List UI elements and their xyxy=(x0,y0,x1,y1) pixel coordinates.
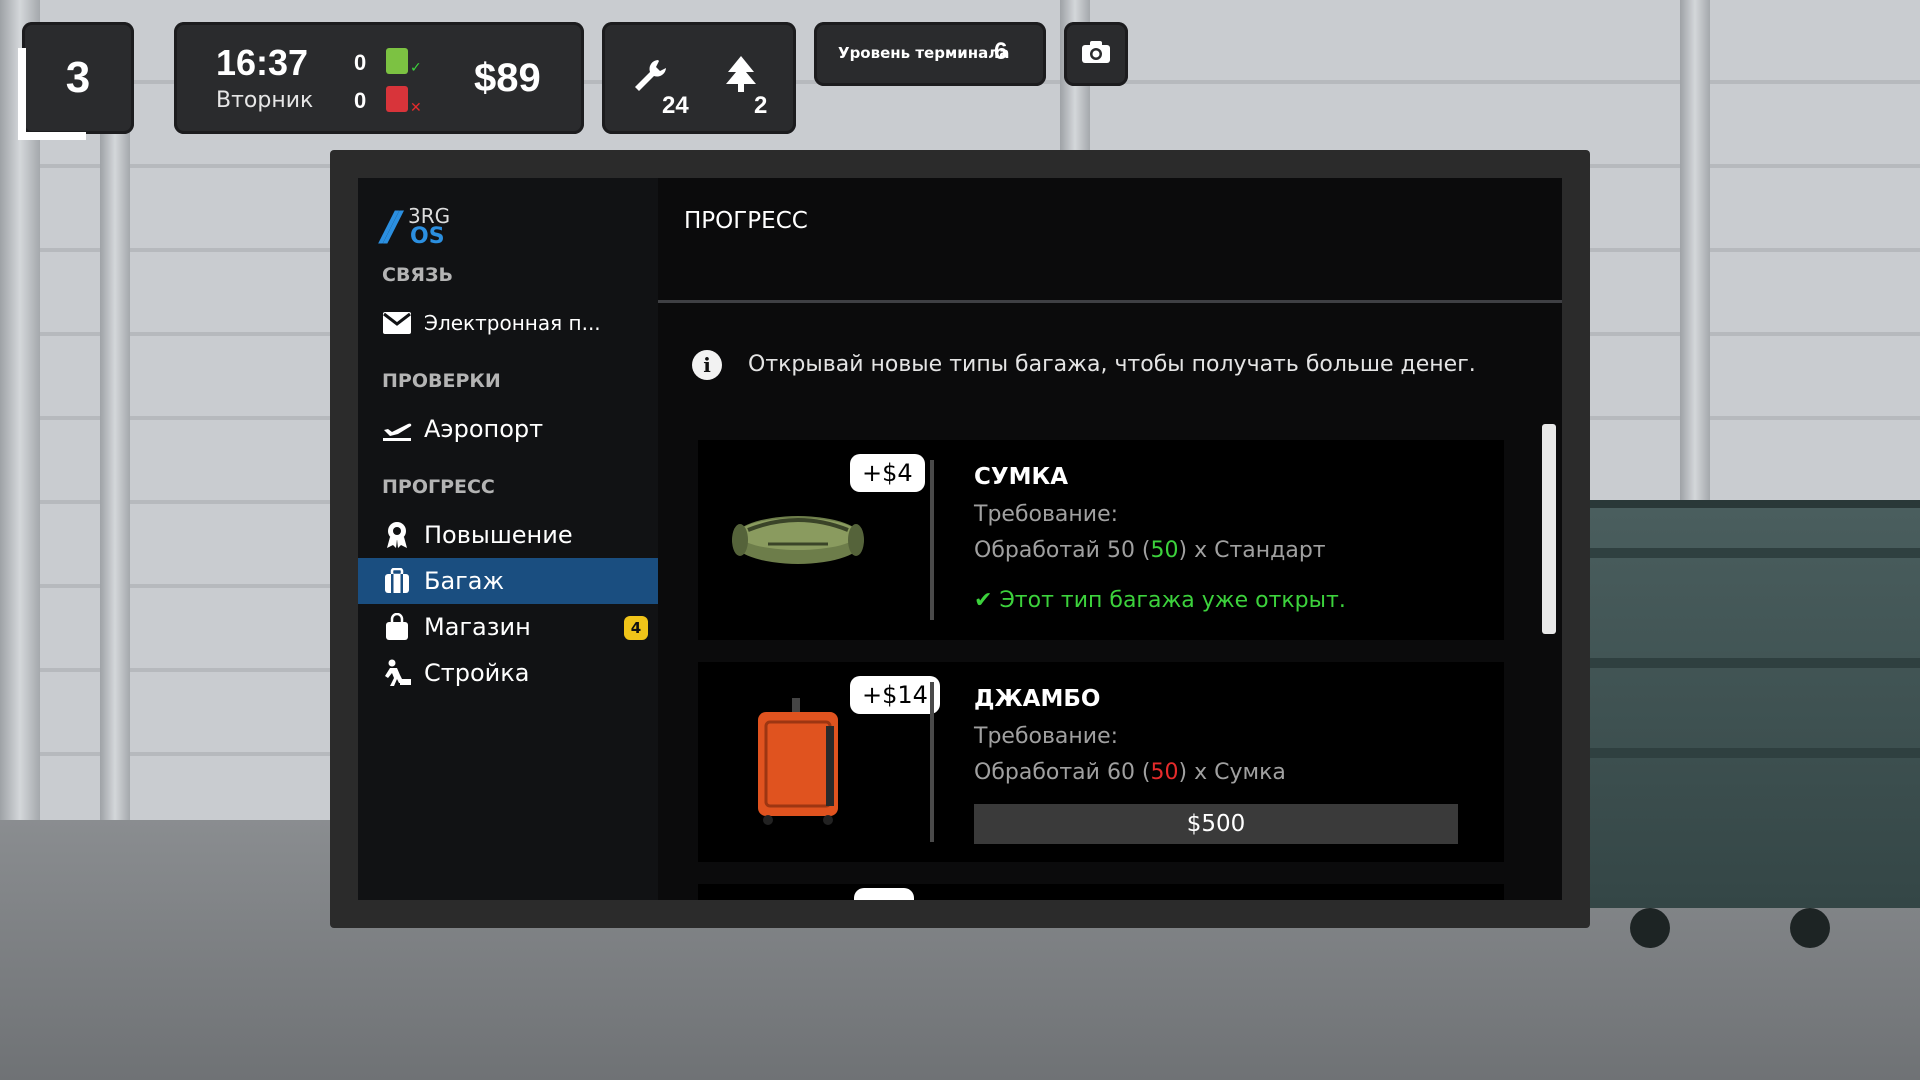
card-divider xyxy=(930,460,934,620)
income-badge: +$14 xyxy=(850,676,940,714)
rejected-bag-count: 0 xyxy=(354,88,367,113)
day-counter: 3 xyxy=(18,22,134,140)
steel-beam xyxy=(100,120,130,820)
weekday: Вторник xyxy=(216,88,314,113)
tools-count: 24 xyxy=(662,92,689,119)
section-header-progress: ПРОГРЕСС xyxy=(382,476,495,498)
tree-upgrade-icon xyxy=(724,54,758,103)
requirement-label: Требование: xyxy=(974,724,1119,749)
sidebar-item-label: Багаж xyxy=(424,567,505,595)
medal-icon xyxy=(380,521,414,549)
sidebar-item-label: Стройка xyxy=(424,659,530,687)
scrollbar-thumb[interactable] xyxy=(1542,424,1556,634)
sidebar-item-construction[interactable]: Стройка xyxy=(358,650,658,696)
camera-icon xyxy=(1081,40,1111,68)
card-divider xyxy=(930,682,934,842)
requirement-progress: 50 xyxy=(1150,760,1179,785)
rejected-bag-icon xyxy=(386,86,408,112)
shopping-bag-icon xyxy=(380,613,414,641)
main-panel: ПРОГРЕСС i Открывай новые типы багажа, ч… xyxy=(658,178,1562,900)
os-logo: // 3RG OS xyxy=(382,204,451,250)
shop-notification-badge: 4 xyxy=(624,616,648,640)
sidebar-item-airport[interactable]: Аэропорт xyxy=(358,406,658,452)
check-icon: ✓ xyxy=(410,60,422,76)
unlocked-status: ✔ Этот тип багажа уже открыт. xyxy=(974,588,1346,613)
baggage-name: СУМКА xyxy=(974,464,1069,490)
info-message: Открывай новые типы багажа, чтобы получа… xyxy=(748,352,1476,377)
requirement-label: Требование: xyxy=(974,502,1119,527)
income-badge xyxy=(854,888,914,900)
processed-bag-icon xyxy=(386,48,408,74)
cross-icon: ✕ xyxy=(410,100,422,116)
requirement-progress: 50 xyxy=(1150,538,1179,563)
envelope-icon xyxy=(380,312,414,334)
clock: 16:37 xyxy=(216,42,309,83)
steel-beam xyxy=(1680,0,1710,500)
terminal-level-value: 6 xyxy=(994,38,1008,65)
sidebar-item-baggage[interactable]: Багаж xyxy=(358,558,658,604)
resources-panel: 24 2 xyxy=(602,22,796,134)
day-number: 3 xyxy=(65,53,91,102)
money: $89 xyxy=(474,56,541,100)
os-screen: // 3RG OS СВЯЗЬ Электронная п... ПРОВЕРК… xyxy=(358,178,1562,900)
duffel-bag-image xyxy=(728,500,868,570)
baggage-name: ДЖАМБО xyxy=(974,686,1101,712)
airplane-icon xyxy=(380,416,414,442)
info-icon: i xyxy=(692,350,722,380)
terminal-level-panel: Уровень терминала 6 xyxy=(814,22,1046,86)
sidebar-item-label: Повышение xyxy=(424,521,573,549)
page-title: ПРОГРЕСС xyxy=(684,208,808,234)
stats-panel: 16:37 Вторник 0 ✓ 0 ✕ $89 xyxy=(174,22,584,134)
requirement-detail: Обработай 50 (50) x Стандарт xyxy=(974,538,1326,563)
sidebar: // 3RG OS СВЯЗЬ Электронная п... ПРОВЕРК… xyxy=(358,178,658,900)
upgrades-count: 2 xyxy=(754,92,768,119)
sidebar-item-promotion[interactable]: Повышение xyxy=(358,512,658,558)
sidebar-item-label: Магазин xyxy=(424,613,531,641)
suitcase-icon xyxy=(380,568,414,594)
sidebar-item-shop[interactable]: Магазин 4 xyxy=(358,604,658,650)
baggage-card: +$14 ДЖАМБО Требование: Обработай 60 (50… xyxy=(698,662,1504,862)
checkmark-icon: ✔ xyxy=(974,588,993,613)
terminal-level-label: Уровень терминала xyxy=(838,44,1010,62)
suitcase-image xyxy=(748,696,848,826)
section-header-checks: ПРОВЕРКИ xyxy=(382,370,501,392)
baggage-card xyxy=(698,884,1504,900)
construction-icon xyxy=(380,659,414,687)
sidebar-item-email[interactable]: Электронная п... xyxy=(358,300,658,346)
dumpster xyxy=(1590,500,1920,948)
section-header-communication: СВЯЗЬ xyxy=(382,264,454,286)
sidebar-item-label: Аэропорт xyxy=(424,415,544,443)
buy-button[interactable]: $500 xyxy=(974,804,1458,844)
sidebar-item-label: Электронная п... xyxy=(424,311,601,335)
processed-bag-count: 0 xyxy=(354,50,367,75)
income-badge: +$4 xyxy=(850,454,925,492)
baggage-card: +$4 СУМКА Требование: Обработай 50 (50) … xyxy=(698,440,1504,640)
camera-button[interactable] xyxy=(1064,22,1128,86)
requirement-detail: Обработай 60 (50) x Сумка xyxy=(974,760,1286,785)
title-divider xyxy=(658,300,1562,303)
